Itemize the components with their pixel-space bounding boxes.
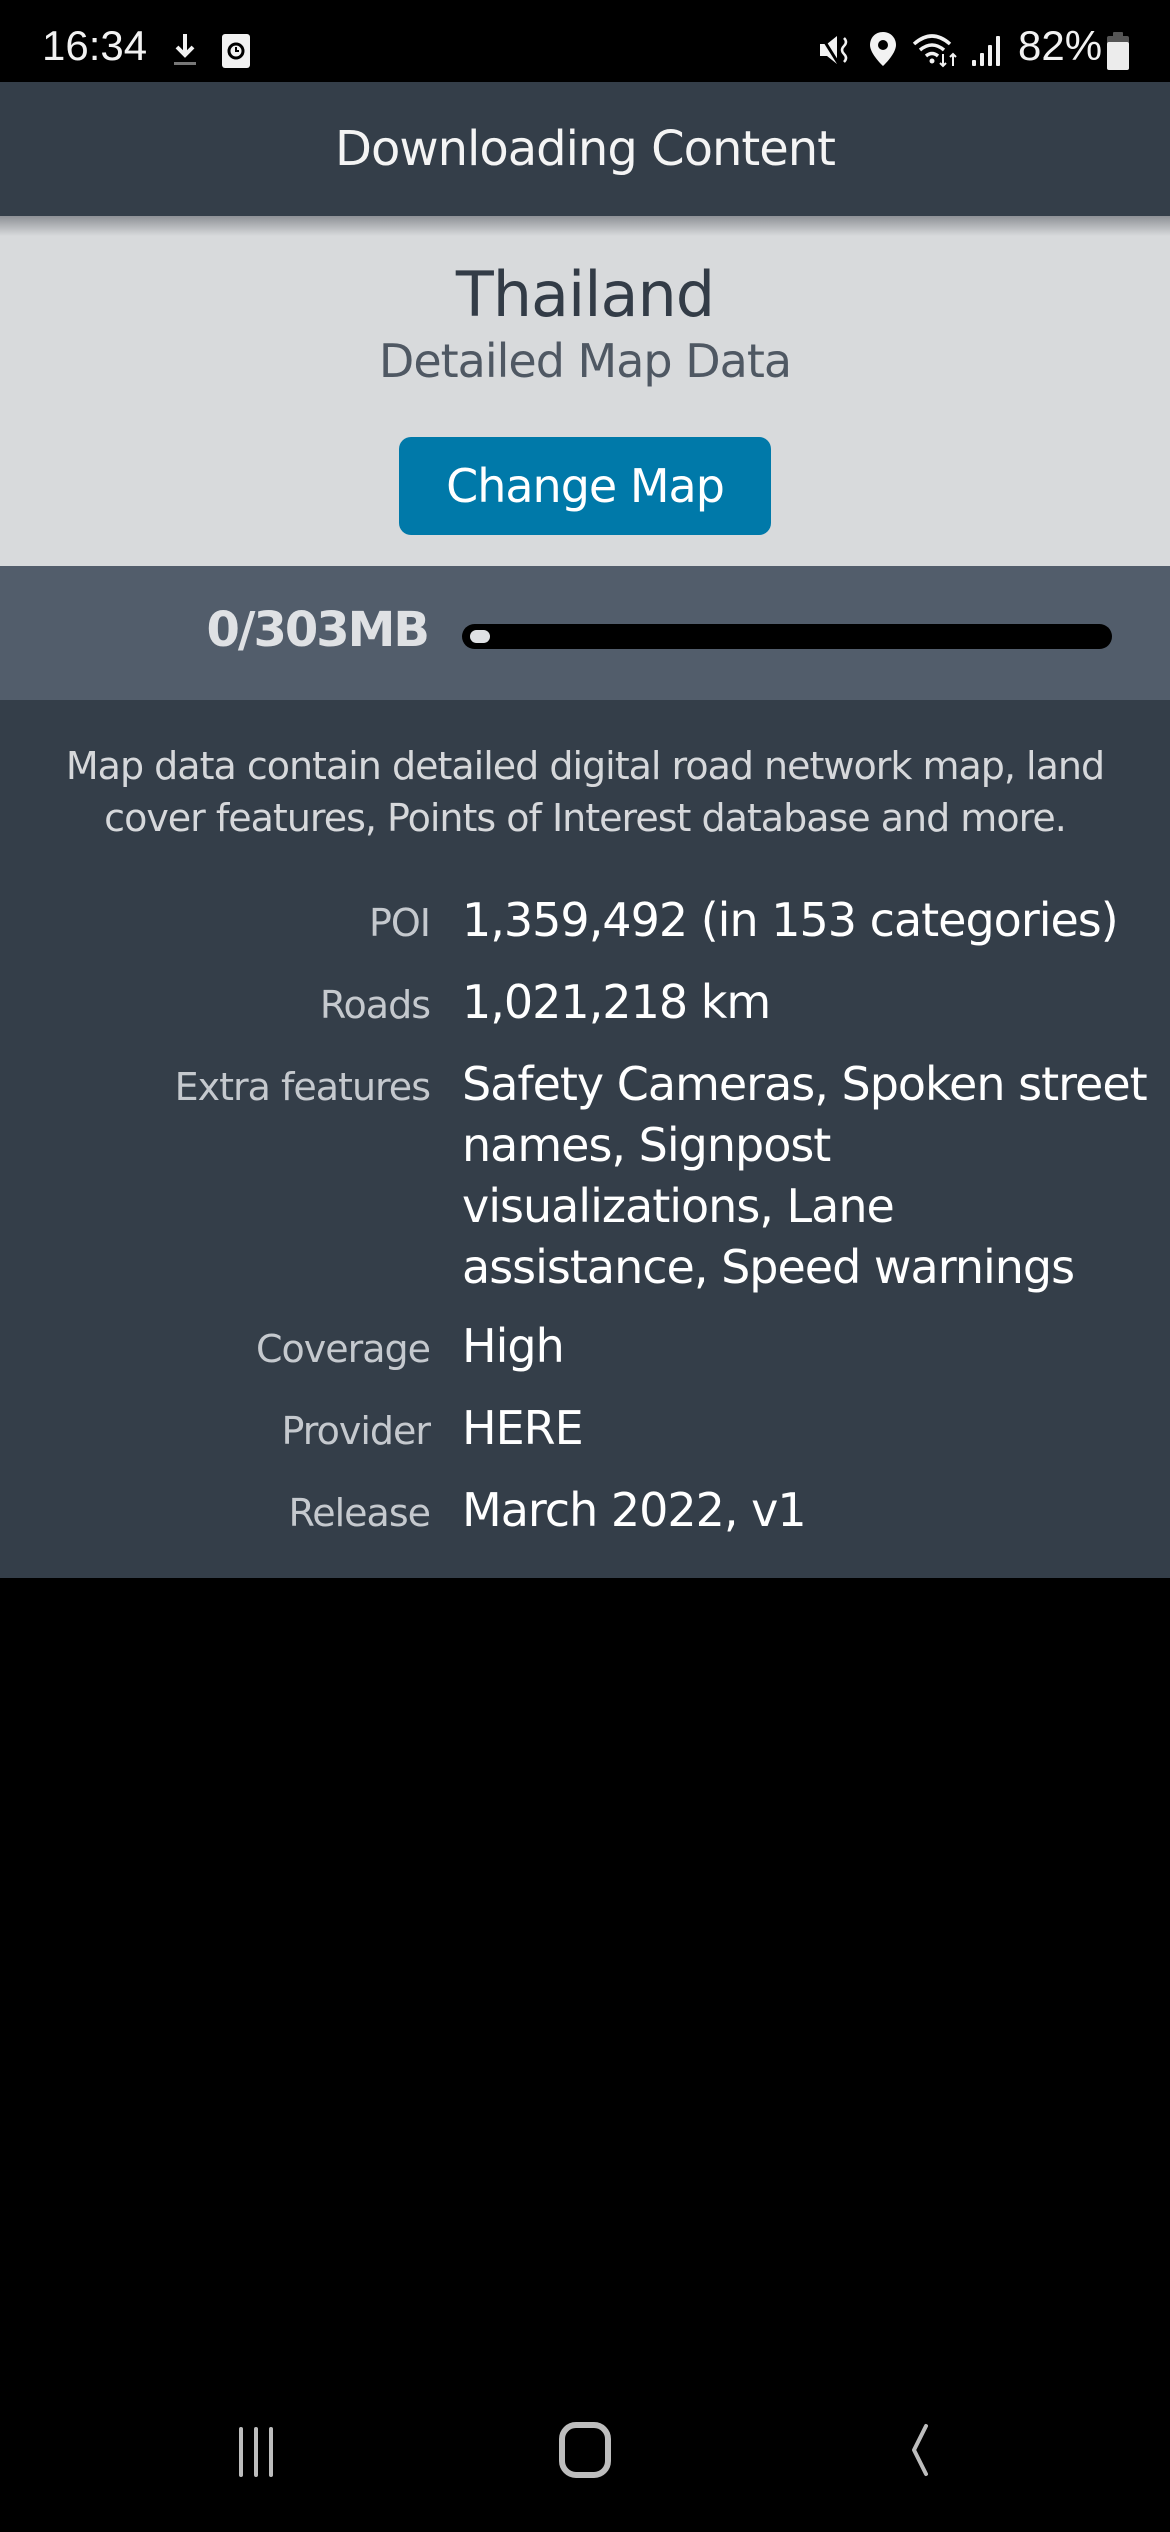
info-row-coverage: Coverage High xyxy=(0,1316,1170,1380)
clock-icon xyxy=(222,34,250,68)
battery-icon xyxy=(1107,32,1129,70)
back-button[interactable] xyxy=(854,2410,974,2490)
info-label: POI xyxy=(368,901,431,945)
home-button[interactable] xyxy=(525,2410,645,2490)
info-row-extra-features: Extra features Safety Cameras, Spoken st… xyxy=(0,1054,1170,1298)
download-progress-fill xyxy=(470,630,490,643)
info-value: March 2022, v1 xyxy=(462,1483,807,1537)
map-details-panel: Map data contain detailed digital road n… xyxy=(0,700,1170,1578)
info-label: Coverage xyxy=(255,1327,431,1371)
back-icon xyxy=(912,2424,928,2476)
home-icon xyxy=(559,2422,611,2478)
page-title: Downloading Content xyxy=(335,121,836,177)
map-country-name: Thailand xyxy=(455,258,715,331)
status-bar: 16:34 82% xyxy=(0,0,1170,82)
info-row-release: Release March 2022, v1 xyxy=(0,1480,1170,1544)
info-label: Extra features xyxy=(174,1065,431,1109)
info-label: Roads xyxy=(319,983,431,1027)
map-subtitle: Detailed Map Data xyxy=(378,334,792,388)
map-description: Map data contain detailed digital road n… xyxy=(65,744,1105,840)
info-value: Safety Cameras, Spoken street names, Sig… xyxy=(462,1057,1148,1294)
info-row-provider: Provider HERE xyxy=(0,1398,1170,1462)
status-time: 16:34 xyxy=(42,22,148,69)
info-value: 1,021,218 km xyxy=(462,975,771,1029)
info-value: 1,359,492 (in 153 categories) xyxy=(462,893,1119,947)
info-value: HERE xyxy=(462,1401,584,1455)
info-label: Provider xyxy=(281,1409,431,1453)
map-summary-card: Thailand Detailed Map Data Change Map xyxy=(0,216,1170,566)
recents-button[interactable] xyxy=(196,2410,316,2490)
download-icon xyxy=(174,34,196,65)
system-nav-bar xyxy=(0,2370,1170,2532)
battery-percent: 82% xyxy=(1018,22,1103,69)
map-info-list: POI 1,359,492 (in 153 categories) Roads … xyxy=(0,890,1170,1562)
mute-icon xyxy=(818,33,848,67)
wifi-icon xyxy=(912,34,957,68)
app-header: Downloading Content xyxy=(0,82,1170,216)
info-row-poi: POI 1,359,492 (in 153 categories) xyxy=(0,890,1170,954)
info-label: Release xyxy=(288,1491,431,1535)
info-value: High xyxy=(462,1319,565,1373)
download-progress-bar xyxy=(462,624,1112,649)
recents-icon xyxy=(239,2427,273,2477)
signal-icon xyxy=(972,36,1000,66)
download-progress-row: 0/303MB xyxy=(0,566,1170,700)
location-icon xyxy=(870,32,896,66)
download-size-label: 0/303MB xyxy=(206,602,430,658)
change-map-button[interactable]: Change Map xyxy=(399,437,771,535)
info-row-roads: Roads 1,021,218 km xyxy=(0,972,1170,1036)
